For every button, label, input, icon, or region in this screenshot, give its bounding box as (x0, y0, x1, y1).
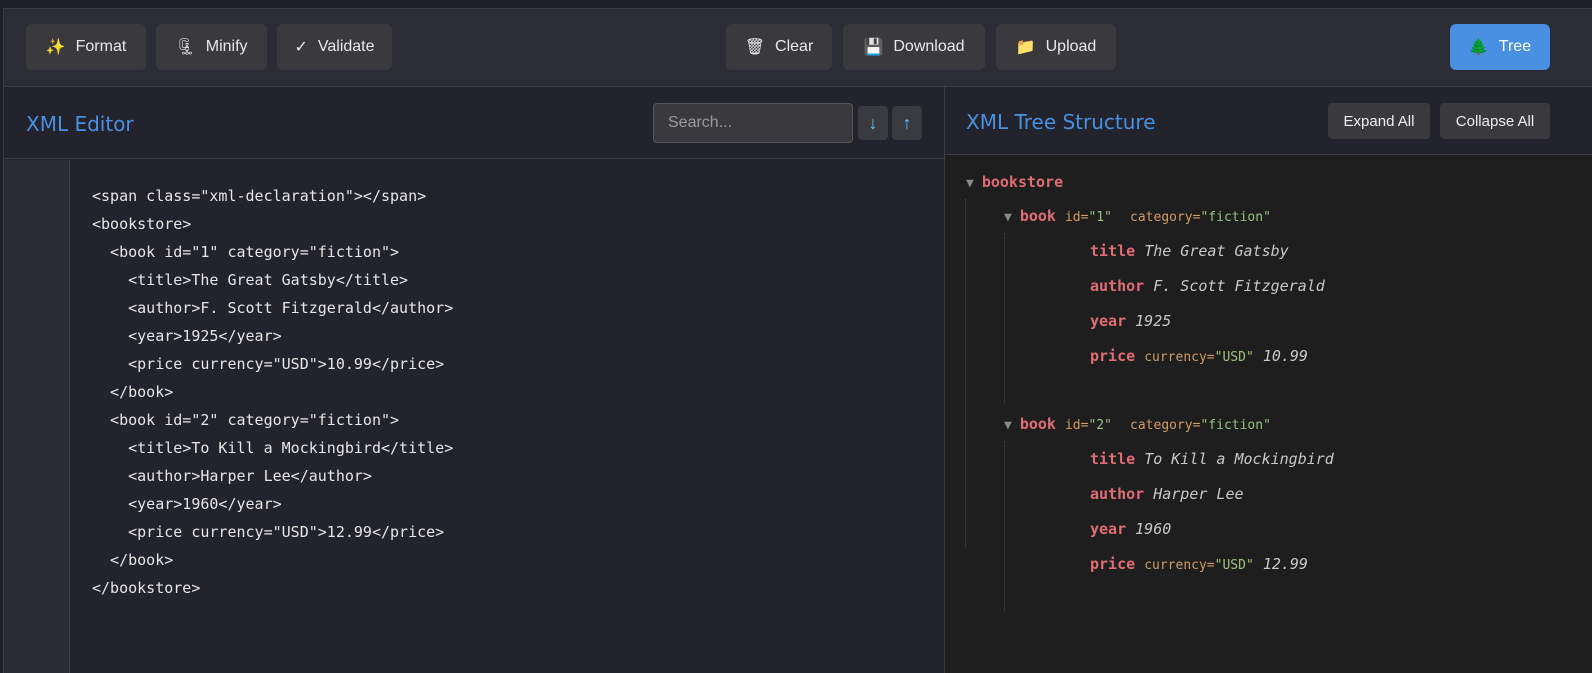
search-next-button[interactable]: ↓ (858, 106, 888, 140)
minify-button[interactable]: 🗜 Minify (156, 24, 267, 70)
attr-name: category= (1130, 210, 1201, 225)
attr-value: "1" (1088, 210, 1112, 225)
node-tag: book (1019, 415, 1056, 433)
code-line: <book id="2" category="fiction"> (92, 411, 400, 429)
format-button[interactable]: ✨ Format (26, 24, 146, 70)
attr-name: id= (1064, 210, 1089, 225)
upload-button[interactable]: 📁 Upload (996, 24, 1116, 70)
tree-guide (965, 199, 966, 547)
tree-node-year[interactable]: year 1960 (1090, 520, 1171, 538)
editor-panel: XML Editor ↓ ↑ <span class="xml-declarat… (4, 87, 944, 673)
node-text: To Kill a Mockingbird (1144, 450, 1334, 468)
tree-guide (1004, 233, 1005, 403)
node-text: 1960 (1135, 520, 1172, 538)
code-line: <book id="1" category="fiction"> (92, 243, 400, 261)
node-text: 10.99 (1262, 347, 1308, 365)
folder-icon: 📁 (1015, 39, 1036, 56)
node-tag: author (1090, 277, 1145, 295)
editor-header: XML Editor ↓ ↑ (4, 87, 944, 159)
node-text: Harper Lee (1153, 485, 1244, 503)
code-line: <title>The Great Gatsby</title> (92, 271, 409, 289)
tree-node-title[interactable]: title To Kill a Mockingbird (1090, 450, 1334, 468)
attr-value: "fiction" (1200, 210, 1271, 225)
code-line: </book> (92, 383, 174, 401)
attr-name: currency= (1144, 350, 1215, 365)
download-button[interactable]: 💾 Download (843, 24, 985, 70)
node-tag: price (1090, 347, 1136, 365)
clamp-icon: 🗜 (175, 39, 196, 56)
node-tag: author (1090, 485, 1145, 503)
toolbar: ✨ Format 🗜 Minify ✓ Validate 🗑 Clear 💾 Downlo… (4, 9, 1592, 87)
tree-header: XML Tree Structure Expand All Collapse A… (945, 87, 1592, 155)
upload-label: Upload (1045, 38, 1097, 55)
attr-name: category= (1130, 418, 1201, 433)
check-icon: ✓ (294, 39, 308, 56)
code-line: <author>Harper Lee</author> (92, 467, 372, 485)
collapse-all-button[interactable]: Collapse All (1440, 103, 1550, 139)
minify-label: Minify (205, 38, 248, 55)
tree-title: XML Tree Structure (966, 110, 1156, 134)
download-label: Download (893, 38, 965, 55)
search-prev-button[interactable]: ↑ (892, 106, 922, 140)
tree-node-year[interactable]: year 1925 (1090, 312, 1171, 330)
caret-down-icon[interactable]: ▼ (966, 176, 974, 191)
node-tag: book (1019, 207, 1056, 225)
clear-label: Clear (775, 38, 814, 55)
tree-node-book[interactable]: ▼ book id="1" category="fiction" (1004, 207, 1271, 225)
caret-down-icon[interactable]: ▼ (1004, 418, 1012, 433)
tree-node-price[interactable]: price currency="USD" 10.99 (1090, 347, 1308, 365)
app: ✨ Format 🗜 Minify ✓ Validate 🗑 Clear 💾 Downlo… (3, 8, 1592, 673)
attr-name: id= (1064, 418, 1089, 433)
code-line: <bookstore> (92, 215, 192, 233)
validate-button[interactable]: ✓ Validate (277, 24, 392, 70)
clear-button[interactable]: 🗑 Clear (726, 24, 832, 70)
tree-button[interactable]: 🌲 Tree (1450, 24, 1550, 70)
tree-guide (1004, 441, 1005, 611)
code-line: <year>1960</year> (92, 495, 282, 513)
code-line: <price currency="USD">12.99</price> (92, 523, 445, 541)
node-tag: price (1090, 555, 1136, 573)
attr-name: currency= (1144, 558, 1215, 573)
code-line: <year>1925</year> (92, 327, 282, 345)
tree-label: Tree (1498, 38, 1532, 55)
caret-down-icon[interactable]: ▼ (1004, 210, 1012, 225)
node-tag: year (1090, 312, 1127, 330)
search-input[interactable] (653, 103, 853, 143)
attr-value: "fiction" (1200, 418, 1271, 433)
node-text: 12.99 (1262, 555, 1308, 573)
tree-node-author[interactable]: author Harper Lee (1090, 485, 1244, 503)
code-line: </bookstore> (92, 579, 201, 597)
tree-node-price[interactable]: price currency="USD" 12.99 (1090, 555, 1308, 573)
tree-node-author[interactable]: author F. Scott Fitzgerald (1090, 277, 1325, 295)
code-line: <price currency="USD">10.99</price> (92, 355, 445, 373)
tree-icon: 🌲 (1468, 39, 1489, 56)
floppy-icon: 💾 (863, 39, 884, 56)
attr-value: "2" (1088, 418, 1112, 433)
tree-node-book[interactable]: ▼ book id="2" category="fiction" (1004, 415, 1271, 433)
attr-value: "USD" (1214, 558, 1254, 573)
expand-all-button[interactable]: Expand All (1328, 103, 1430, 139)
node-text: 1925 (1135, 312, 1172, 330)
tree-node-title[interactable]: title The Great Gatsby (1090, 242, 1289, 260)
format-label: Format (75, 38, 127, 55)
editor-title: XML Editor (26, 112, 134, 136)
node-tag: year (1090, 520, 1127, 538)
trash-icon: 🗑 (744, 39, 766, 56)
node-tag: title (1090, 242, 1136, 260)
attr-value: "USD" (1214, 350, 1254, 365)
node-tag: title (1090, 450, 1136, 468)
tree-panel: XML Tree Structure Expand All Collapse A… (944, 87, 1592, 673)
line-gutter (4, 160, 70, 673)
sparkles-icon: ✨ (45, 39, 66, 56)
validate-label: Validate (317, 38, 375, 55)
code-editor[interactable]: <span class="xml-declaration"></span> <bo… (92, 182, 453, 602)
code-line: <span class="xml-declaration"></span> (92, 187, 427, 205)
code-line: <author>F. Scott Fitzgerald</author> (92, 299, 454, 317)
node-tag: bookstore (981, 173, 1064, 191)
code-line: </book> (92, 551, 174, 569)
code-line: <title>To Kill a Mockingbird</title> (92, 439, 454, 457)
node-text: F. Scott Fitzgerald (1153, 277, 1325, 295)
node-text: The Great Gatsby (1144, 242, 1289, 260)
tree-node-bookstore[interactable]: ▼ bookstore (966, 173, 1063, 191)
